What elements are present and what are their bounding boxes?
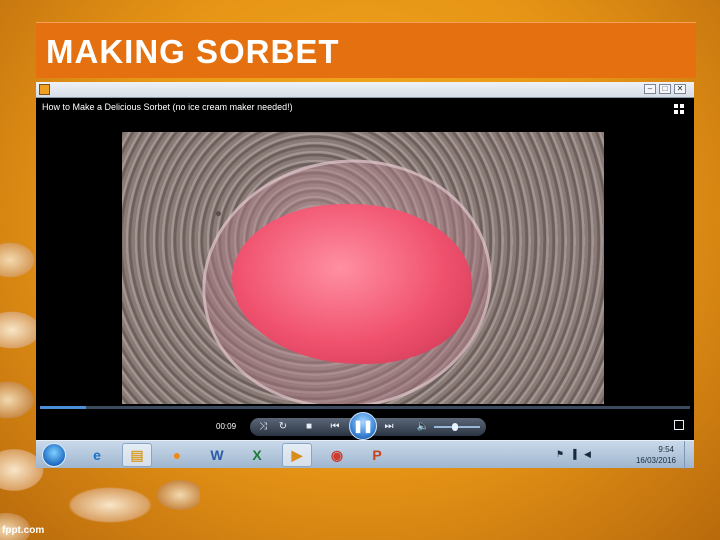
next-icon[interactable]: ⏭ bbox=[382, 420, 396, 434]
speaker-icon[interactable]: ◀ bbox=[584, 449, 591, 460]
show-desktop-button[interactable] bbox=[684, 441, 694, 469]
media-player-window: – □ ✕ How to Make a Delicious Sorbet (no… bbox=[36, 82, 694, 468]
fullscreen-icon[interactable] bbox=[674, 420, 684, 430]
window-titlebar[interactable]: – □ ✕ bbox=[36, 82, 694, 98]
minimize-button[interactable]: – bbox=[644, 84, 656, 94]
slide-title: MAKING SORBET bbox=[46, 33, 340, 70]
system-tray: ⚑ ▐ ◀ 9:54 16/03/2016 bbox=[544, 441, 694, 469]
media-icon[interactable]: ● bbox=[162, 443, 192, 467]
chrome-icon[interactable]: ◉ bbox=[322, 443, 352, 467]
word-icon[interactable]: W bbox=[202, 443, 232, 467]
previous-icon[interactable]: ⏮ bbox=[328, 420, 342, 434]
excel-icon[interactable]: X bbox=[242, 443, 272, 467]
footer-logo: fppt.com bbox=[2, 525, 45, 536]
seek-bar[interactable] bbox=[40, 406, 690, 409]
video-frame[interactable] bbox=[122, 132, 604, 404]
internet-explorer-icon[interactable]: e bbox=[82, 443, 112, 467]
playback-controls: 00:09 ⤨ ↻ ■ ⏮ ❚❚ ⏭ 🔈 bbox=[36, 412, 694, 442]
stop-icon[interactable]: ■ bbox=[302, 420, 316, 434]
powerpoint-icon[interactable]: P bbox=[362, 443, 392, 467]
close-button[interactable]: ✕ bbox=[674, 84, 686, 94]
seek-bar-progress bbox=[40, 406, 86, 409]
network-icon[interactable]: ▐ bbox=[570, 449, 576, 459]
action-center-icon[interactable]: ⚑ bbox=[556, 449, 564, 460]
volume-icon[interactable]: 🔈 bbox=[416, 420, 430, 434]
window-buttons: – □ ✕ bbox=[644, 84, 686, 94]
clock-date[interactable]: 16/03/2016 bbox=[636, 456, 676, 465]
maximize-button[interactable]: □ bbox=[659, 84, 671, 94]
start-button[interactable] bbox=[42, 443, 66, 467]
croissant-decoration-bottom bbox=[40, 465, 200, 540]
repeat-icon[interactable]: ↻ bbox=[276, 420, 290, 434]
media-player-app-icon bbox=[39, 84, 50, 95]
switch-library-icon[interactable] bbox=[674, 104, 684, 114]
video-title: How to Make a Delicious Sorbet (no ice c… bbox=[42, 102, 293, 112]
volume-slider-handle[interactable] bbox=[451, 423, 458, 431]
shuffle-icon[interactable]: ⤨ bbox=[256, 420, 270, 434]
file-explorer-icon[interactable]: ▤ bbox=[122, 443, 152, 467]
windows-taskbar: e ▤ ● W X ▶ ◉ P ⚑ ▐ ◀ 9:54 16/03/2016 bbox=[36, 440, 694, 469]
elapsed-time: 00:09 bbox=[216, 422, 237, 431]
clock-time[interactable]: 9:54 bbox=[658, 445, 674, 454]
slide-title-bar: MAKING SORBET bbox=[36, 22, 696, 78]
media-player-icon[interactable]: ▶ bbox=[282, 443, 312, 467]
pause-button[interactable]: ❚❚ bbox=[349, 412, 377, 440]
